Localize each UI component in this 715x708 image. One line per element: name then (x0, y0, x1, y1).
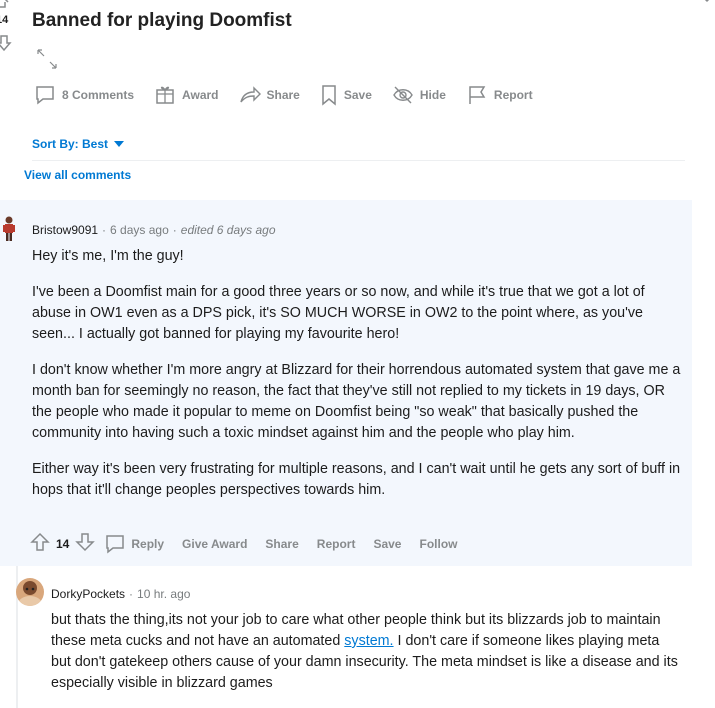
comment-score: 14 (56, 536, 70, 551)
gift-icon (156, 86, 174, 104)
comment-timestamp[interactable]: 6 days ago (110, 223, 169, 237)
comment-icon (36, 86, 54, 105)
report-button[interactable]: Report (466, 84, 533, 106)
comment-action-bar: 14 Reply Give Award Share Report Save Fo… (30, 532, 475, 555)
comment-paragraph: I don't know whether I'm more angry at B… (32, 362, 681, 441)
upvote-icon[interactable] (0, 0, 10, 13)
comments-label: 8 Comments (62, 88, 135, 102)
eye-slash-icon (393, 86, 413, 104)
reply-button[interactable]: Reply (105, 534, 164, 554)
upvote-icon[interactable] (30, 532, 50, 555)
follow-button[interactable]: Follow (419, 537, 457, 551)
chevron-down-icon[interactable] (700, 0, 714, 11)
sort-label: Sort By: Best (32, 137, 109, 151)
post-vote-count: 14 (0, 14, 9, 26)
sort-dropdown[interactable]: Sort By: Best (32, 137, 125, 151)
edited-timestamp: edited 6 days ago (180, 223, 276, 237)
comment-meta: Bristow9091 · 6 days ago · edited 6 days… (32, 223, 276, 237)
downvote-icon[interactable] (0, 34, 12, 57)
view-all-comments-link[interactable]: View all comments (24, 168, 131, 182)
save-button[interactable]: Save (320, 84, 372, 106)
award-label: Award (182, 88, 219, 102)
report-label: Report (493, 88, 533, 102)
meta-separator: · (172, 223, 177, 237)
save-button[interactable]: Save (373, 537, 401, 551)
comment-author[interactable]: Bristow9091 (32, 223, 98, 237)
comment-author[interactable]: DorkyPockets (51, 587, 125, 601)
avatar[interactable] (2, 216, 16, 242)
flag-icon (469, 86, 486, 104)
share-button[interactable]: Share (239, 84, 300, 106)
give-award-button[interactable]: Give Award (182, 537, 247, 551)
comment-body: but thats the thing,its not your job to … (51, 610, 683, 694)
comment-paragraph: Hey it's me, I'm the guy! (32, 248, 184, 264)
meta-separator: · (102, 223, 107, 237)
report-button[interactable]: Report (317, 537, 356, 551)
bookmark-icon (322, 85, 336, 106)
downvote-icon[interactable] (75, 532, 96, 555)
post-title[interactable]: Banned for playing Doomfist (32, 10, 292, 32)
post-action-bar: 8 Comments Award Share Save Hide Report (34, 84, 553, 106)
comment-paragraph: I've been a Doomfist main for a good thr… (32, 284, 645, 342)
comment-timestamp[interactable]: 10 hr. ago (137, 587, 190, 601)
meta-separator: · (129, 587, 134, 601)
comment-meta: DorkyPockets · 10 hr. ago (51, 587, 190, 601)
award-button[interactable]: Award (154, 84, 219, 106)
avatar[interactable] (16, 578, 44, 606)
expand-icon[interactable] (36, 48, 58, 75)
hide-button[interactable]: Hide (392, 84, 446, 106)
reply-label: Reply (131, 536, 165, 551)
hide-label: Hide (419, 88, 446, 102)
divider (32, 160, 685, 161)
system-link[interactable]: system. (344, 633, 393, 649)
share-icon (239, 86, 261, 103)
caret-down-icon (114, 141, 125, 147)
share-label: Share (266, 88, 300, 102)
share-button[interactable]: Share (265, 537, 298, 551)
comments-button[interactable]: 8 Comments (34, 84, 134, 106)
save-label: Save (343, 88, 372, 102)
comment-paragraph: Either way it's been very frustrating fo… (32, 461, 681, 498)
comment-body: Hey it's me, I'm the guy! I've been a Do… (32, 246, 682, 516)
comment-icon (106, 534, 125, 554)
